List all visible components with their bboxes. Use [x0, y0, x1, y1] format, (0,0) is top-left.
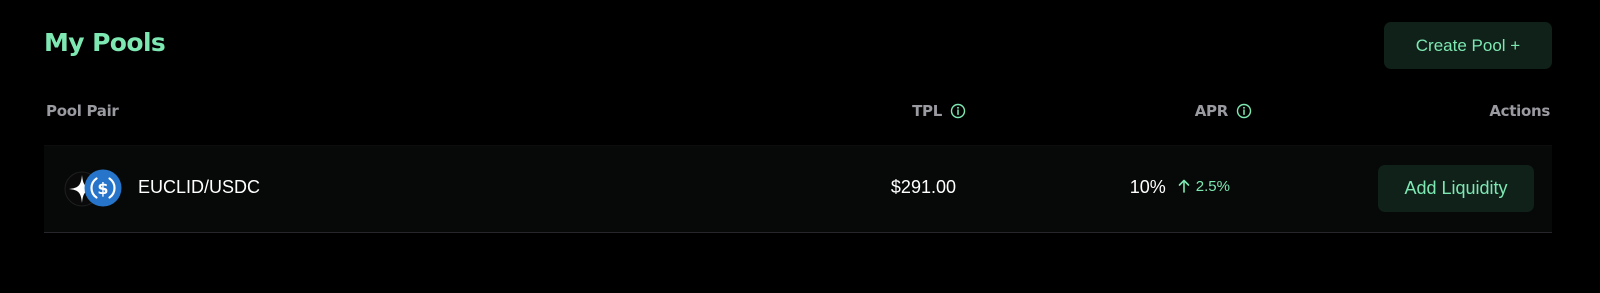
pool-pair-name[interactable]: EUCLID/USDC [138, 177, 260, 198]
arrow-up-icon [1178, 179, 1190, 193]
header-apr-label: APR [1194, 102, 1229, 120]
header-pool-pair-label: Pool Pair [46, 102, 119, 120]
apr-value: 10% [1129, 177, 1166, 197]
table-row: $ EUCLID/USDC $291.00 10% 2.5% Add Liqui… [44, 145, 1552, 233]
header-pool-pair: Pool Pair [46, 99, 119, 123]
header-actions: Actions [1489, 99, 1550, 123]
info-icon[interactable] [1236, 103, 1252, 119]
add-liquidity-button[interactable]: Add Liquidity [1378, 165, 1534, 212]
header-tpl: TPL [912, 99, 966, 123]
header-tpl-label: TPL [912, 102, 942, 120]
info-icon[interactable] [950, 103, 966, 119]
tpl-value: $291.00 [890, 177, 956, 197]
apr-change-value: 2.5% [1195, 177, 1230, 195]
create-pool-button[interactable]: Create Pool + [1384, 22, 1552, 69]
apr-cell: 10% 2.5% [1130, 177, 1230, 198]
apr-change: 2.5% [1178, 178, 1230, 195]
svg-text:$: $ [97, 179, 108, 198]
table-header: Pool Pair TPL APR Actions [44, 99, 1552, 123]
header-actions-label: Actions [1489, 102, 1550, 120]
token-pair-icons: $ [64, 169, 124, 209]
header-apr: APR [1195, 99, 1252, 123]
page-title: My Pools [44, 28, 166, 57]
usdc-token-icon: $ [84, 169, 122, 207]
